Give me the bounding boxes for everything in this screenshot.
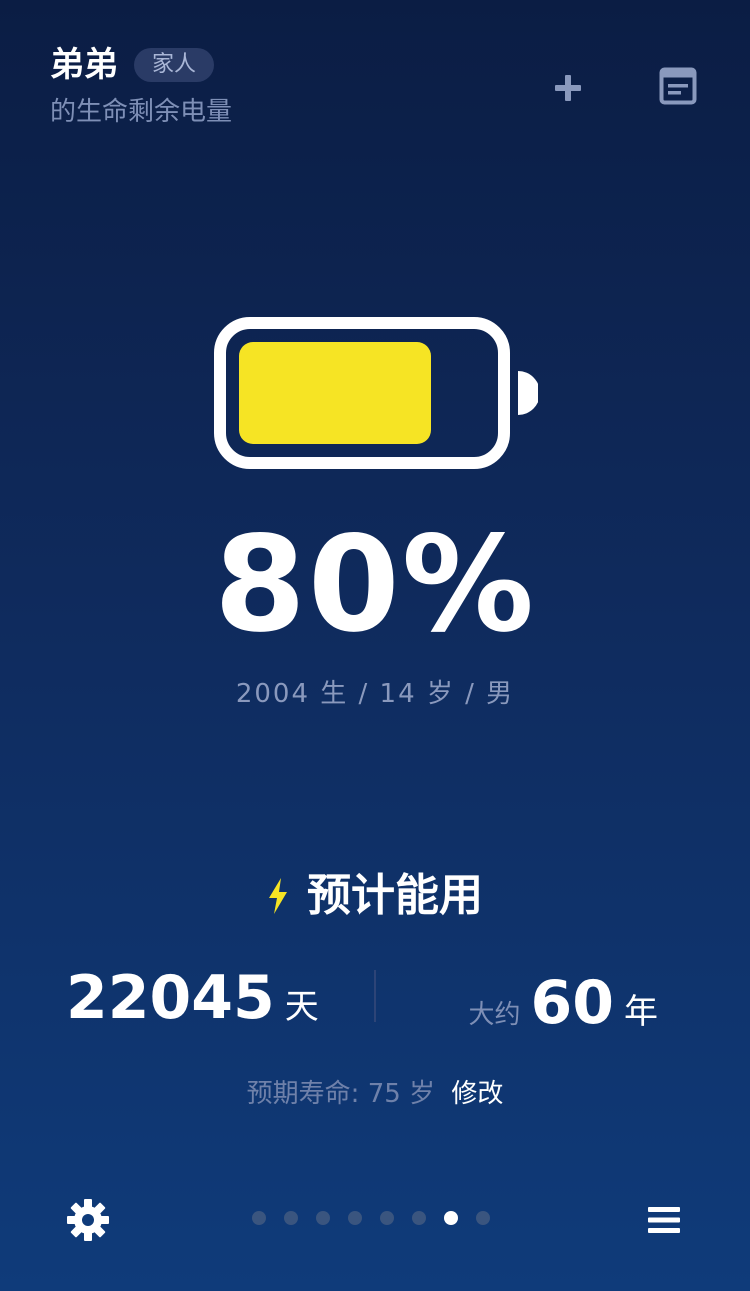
plus-icon	[555, 75, 581, 101]
relation-badge[interactable]: 家人	[134, 48, 215, 82]
page-dot[interactable]	[476, 1211, 490, 1225]
battery-cap	[518, 371, 538, 415]
life-expectancy: 预期寿命: 75 岁 修改	[0, 1072, 750, 1116]
page-dot[interactable]	[380, 1211, 394, 1225]
birth-info: 2004 生 / 14 岁 / 男	[235, 679, 515, 709]
page-dot[interactable]	[348, 1211, 362, 1225]
menu-button[interactable]	[644, 1200, 684, 1240]
lightning-icon	[269, 878, 287, 914]
edit-life-expectancy-link[interactable]: 修改	[451, 1079, 503, 1109]
days-unit: 天	[284, 987, 319, 1027]
years-value: 60	[530, 968, 615, 1038]
days-value: 22045	[66, 963, 275, 1033]
gear-icon	[67, 1199, 109, 1241]
name-row: 弟弟 家人	[50, 44, 215, 86]
page-dot[interactable]	[252, 1211, 266, 1225]
estimate-title-text: 预计能用	[307, 870, 483, 921]
page-dot[interactable]	[444, 1211, 458, 1225]
battery-fill	[239, 342, 431, 444]
years-remaining: 大约 60 年	[468, 965, 658, 1053]
years-prefix: 大约	[468, 1000, 521, 1030]
add-button[interactable]	[544, 64, 592, 112]
header: 弟弟 家人 的生命剩余电量	[50, 44, 700, 134]
page-dot[interactable]	[412, 1211, 426, 1225]
note-icon	[659, 67, 697, 105]
battery-percent: 80%	[214, 508, 536, 662]
menu-icon	[648, 1207, 680, 1233]
profile-name: 弟弟	[50, 45, 118, 85]
battery-graphic	[214, 317, 538, 469]
page-indicator	[252, 1211, 490, 1225]
days-remaining: 22045 天	[66, 960, 319, 1045]
life-expectancy-text: 预期寿命: 75 岁	[246, 1079, 436, 1109]
estimate-title: 预计能用	[0, 866, 750, 926]
note-button[interactable]	[654, 62, 702, 110]
settings-button[interactable]	[64, 1196, 112, 1244]
divider	[374, 970, 376, 1022]
page-dot[interactable]	[316, 1211, 330, 1225]
years-unit: 年	[624, 992, 658, 1032]
subtitle: 的生命剩余电量	[50, 97, 233, 127]
page-dot[interactable]	[284, 1211, 298, 1225]
